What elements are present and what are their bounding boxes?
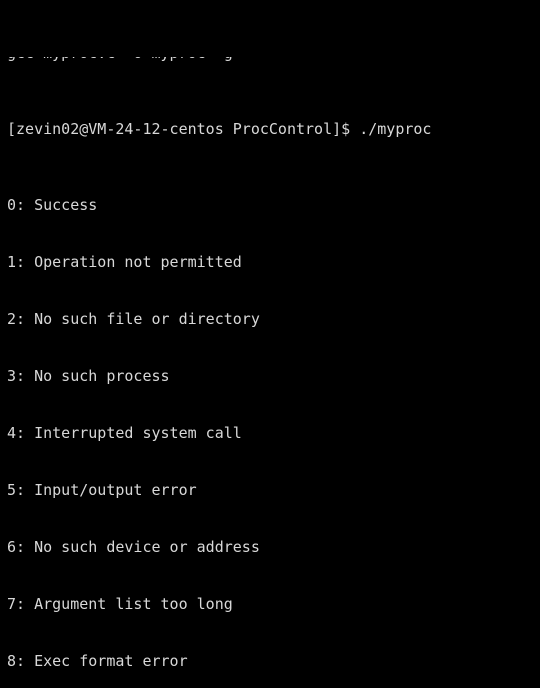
output-line: 7: Argument list too long	[7, 595, 233, 613]
output-line: 0: Success	[7, 196, 98, 214]
output-line: 8: Exec format error	[7, 652, 188, 670]
terminal-window[interactable]: gcc myproc.c -o myproc -g [zevin02@VM-24…	[0, 0, 540, 688]
output-line: 6: No such device or address	[7, 538, 260, 556]
output-line: 1: Operation not permitted	[7, 253, 242, 271]
output-line: 4: Interrupted system call	[7, 424, 242, 442]
scrollback-clipped-line-text: gcc myproc.c -o myproc -g	[7, 57, 233, 63]
scrollback-clipped-line: gcc myproc.c -o myproc -g	[7, 57, 540, 63]
output-line: 3: No such process	[7, 367, 170, 385]
output-line: 5: Input/output error	[7, 481, 197, 499]
shell-prompt-line: [zevin02@VM-24-12-centos ProcControl]$ .…	[7, 120, 432, 138]
output-line: 2: No such file or directory	[7, 310, 260, 328]
